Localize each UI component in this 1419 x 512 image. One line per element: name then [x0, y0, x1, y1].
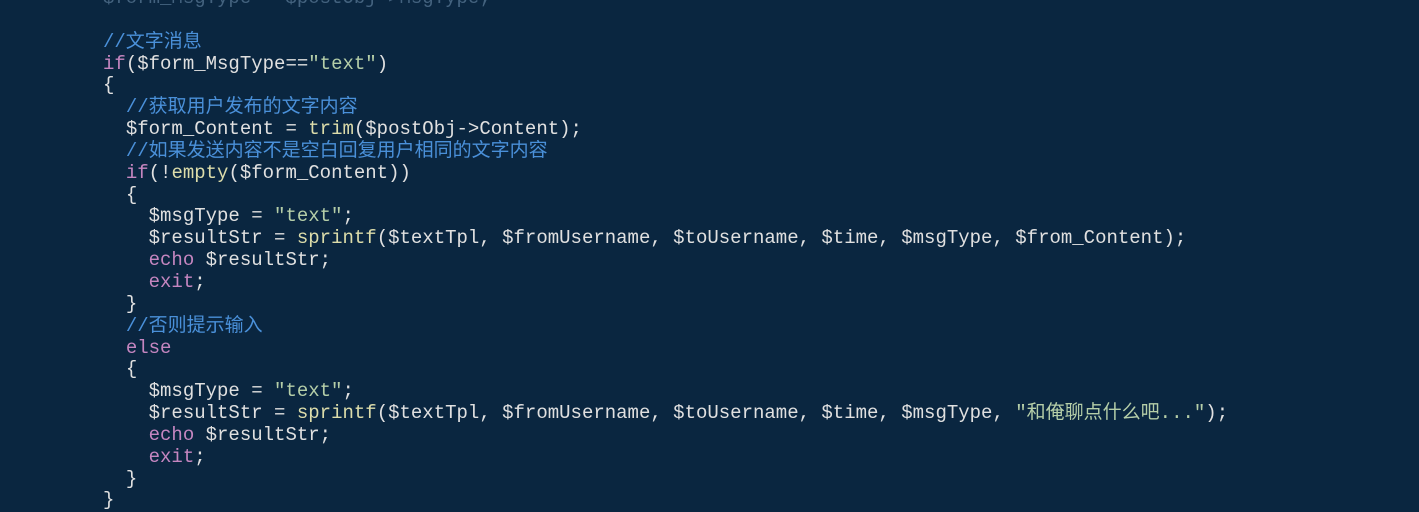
paren: (	[126, 53, 137, 75]
variable: $textTpl	[388, 402, 479, 424]
variable: $time	[821, 227, 878, 249]
paren: )	[1164, 227, 1175, 249]
property: Content	[479, 118, 559, 140]
keyword-echo: echo	[149, 249, 195, 271]
semicolon: ;	[320, 249, 331, 271]
paren: )	[377, 53, 388, 75]
semicolon: ;	[194, 446, 205, 468]
variable: $time	[821, 402, 878, 424]
operator: =	[263, 402, 297, 424]
operator: ==	[285, 53, 308, 75]
keyword-else: else	[126, 337, 172, 359]
semicolon: ;	[342, 380, 353, 402]
operator: =	[274, 118, 308, 140]
string: "和俺聊点什么吧..."	[1015, 402, 1205, 424]
paren: (	[228, 162, 239, 184]
comma: ,	[650, 227, 673, 249]
brace: }	[126, 468, 137, 490]
comma: ,	[479, 227, 502, 249]
code-line-faded: $form_MsgType = $postObj->MsgType;	[103, 0, 491, 9]
variable: $form_Content	[240, 162, 388, 184]
paren: (	[377, 227, 388, 249]
not-operator: !	[160, 162, 171, 184]
variable: $msgType	[149, 205, 240, 227]
variable: $form_Content	[126, 118, 274, 140]
string: "text"	[274, 205, 342, 227]
keyword-if: if	[103, 53, 126, 75]
comma: ,	[650, 402, 673, 424]
variable: $resultStr	[206, 249, 320, 271]
variable: $fromUsername	[502, 227, 650, 249]
semicolon: ;	[342, 205, 353, 227]
code-block: $form_MsgType = $postObj->MsgType; //文字消…	[103, 0, 1419, 512]
variable: $textTpl	[388, 227, 479, 249]
semicolon: ;	[571, 118, 582, 140]
paren: )	[559, 118, 570, 140]
string: "text"	[308, 53, 376, 75]
brace: }	[103, 489, 114, 511]
keyword-echo: echo	[149, 424, 195, 446]
variable: $postObj	[365, 118, 456, 140]
variable: $resultStr	[149, 402, 263, 424]
comma: ,	[992, 402, 1015, 424]
semicolon: ;	[1217, 402, 1228, 424]
keyword-if: if	[126, 162, 149, 184]
paren: )	[400, 162, 411, 184]
code-editor-view: $form_MsgType = $postObj->MsgType; //文字消…	[0, 0, 1419, 512]
paren: )	[1205, 402, 1216, 424]
variable: $toUsername	[673, 402, 798, 424]
paren: (	[149, 162, 160, 184]
comma: ,	[799, 227, 822, 249]
function-sprintf: sprintf	[297, 227, 377, 249]
code-comment: //文字消息	[103, 31, 202, 53]
variable: $toUsername	[673, 227, 798, 249]
variable: $from_Content	[1015, 227, 1163, 249]
function-trim: trim	[308, 118, 354, 140]
function-empty: empty	[171, 162, 228, 184]
semicolon: ;	[194, 271, 205, 293]
variable: $resultStr	[206, 424, 320, 446]
operator: =	[240, 380, 274, 402]
comma: ,	[878, 402, 901, 424]
variable: $msgType	[149, 380, 240, 402]
brace: {	[103, 74, 114, 96]
arrow: ->	[457, 118, 480, 140]
paren: (	[377, 402, 388, 424]
variable: $msgType	[901, 227, 992, 249]
comma: ,	[799, 402, 822, 424]
code-comment: //如果发送内容不是空白回复用户相同的文字内容	[126, 140, 548, 162]
string: "text"	[274, 380, 342, 402]
variable: $form_MsgType	[137, 53, 285, 75]
keyword-exit: exit	[149, 446, 195, 468]
code-comment: //否则提示输入	[126, 315, 263, 337]
variable: $msgType	[901, 402, 992, 424]
paren: )	[388, 162, 399, 184]
brace: {	[126, 184, 137, 206]
operator: =	[263, 227, 297, 249]
comma: ,	[878, 227, 901, 249]
paren: (	[354, 118, 365, 140]
variable: $resultStr	[149, 227, 263, 249]
keyword-exit: exit	[149, 271, 195, 293]
semicolon: ;	[320, 424, 331, 446]
comma: ,	[992, 227, 1015, 249]
comma: ,	[479, 402, 502, 424]
code-comment: //获取用户发布的文字内容	[126, 96, 358, 118]
semicolon: ;	[1175, 227, 1186, 249]
function-sprintf: sprintf	[297, 402, 377, 424]
brace: {	[126, 358, 137, 380]
operator: =	[240, 205, 274, 227]
brace: }	[126, 293, 137, 315]
variable: $fromUsername	[502, 402, 650, 424]
